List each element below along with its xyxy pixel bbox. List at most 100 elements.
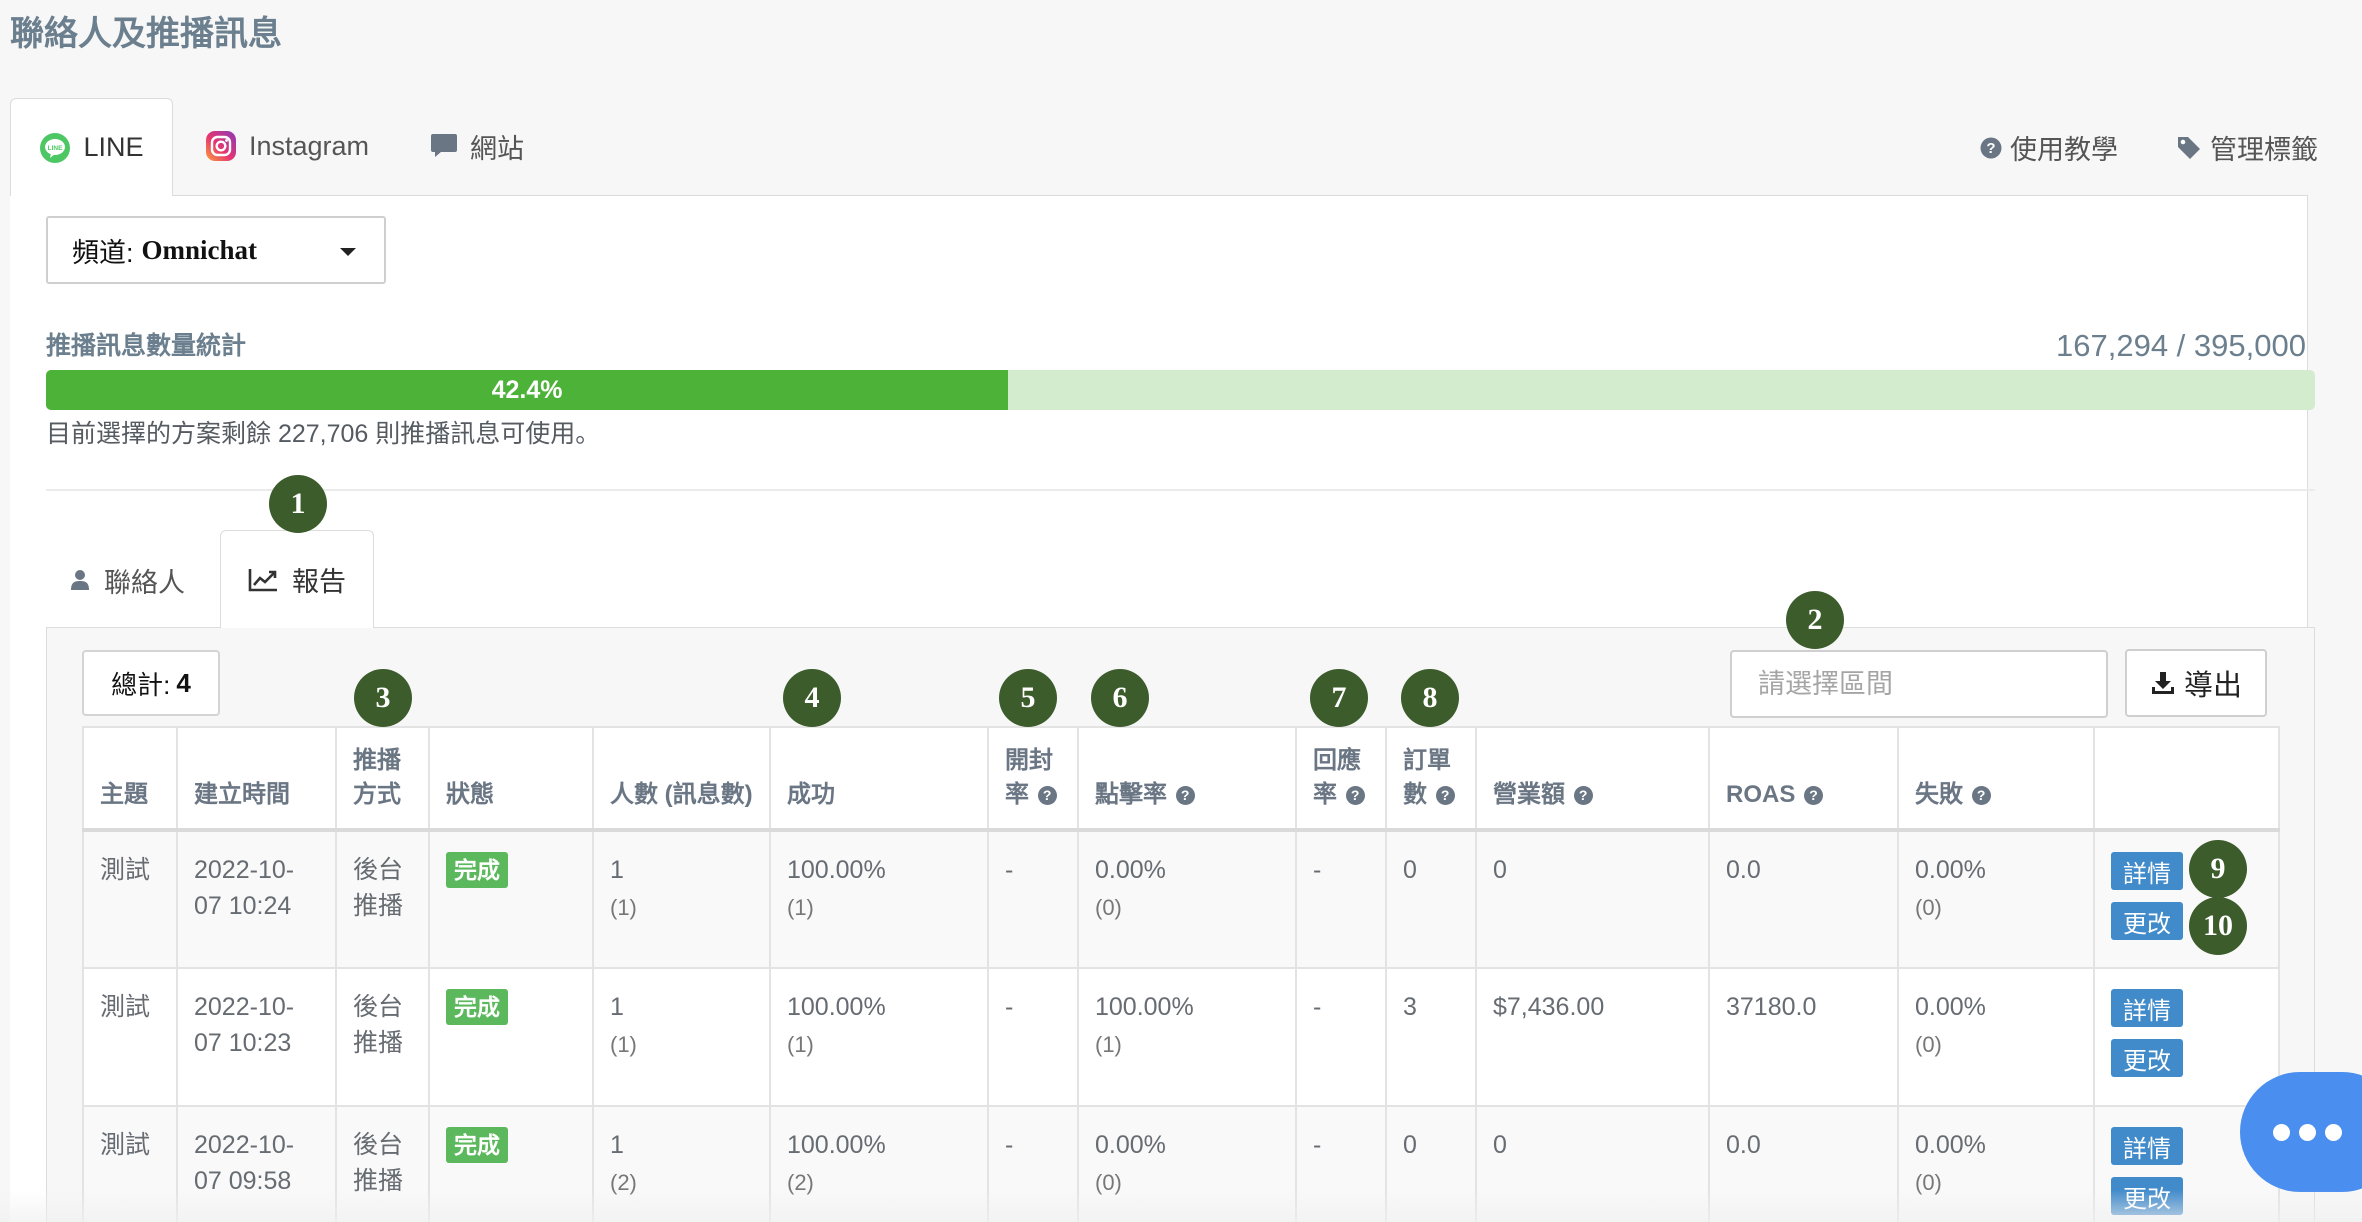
quota-remaining-text: 目前選擇的方案剩餘 227,706 則推播訊息可使用。 bbox=[46, 420, 601, 448]
cell-reply-rate: - bbox=[1295, 1105, 1387, 1222]
callout-marker: 8 bbox=[1401, 669, 1459, 727]
channel-select[interactable]: 頻道: Omnichat bbox=[46, 216, 386, 284]
cell-orders: 3 bbox=[1385, 967, 1477, 1107]
question-circle-icon[interactable]: ? bbox=[1435, 786, 1455, 806]
cell-revenue: $7,436.00 bbox=[1475, 967, 1710, 1107]
cell-created: 2022-10-07 09:58 bbox=[176, 1105, 337, 1222]
tab-report[interactable]: 報告 bbox=[220, 530, 374, 628]
question-circle-icon[interactable]: ? bbox=[1037, 786, 1057, 806]
table-row: 測試 2022-10-07 10:23 後台推播 完成 1 (1) 100.00%… bbox=[82, 967, 2280, 1107]
table-header-row: 主題 建立時間 推播方式 狀態 人數 (訊息數) 成功 開封率 ? 點擊率 ? … bbox=[82, 726, 2280, 831]
edit-button[interactable]: 更改 bbox=[2111, 902, 2183, 940]
status-badge: 完成 bbox=[446, 852, 508, 888]
tab-website-label: 網站 bbox=[470, 133, 524, 164]
tab-contacts[interactable]: 聯絡人 bbox=[70, 540, 185, 620]
cell-success: 100.00% (1) bbox=[769, 967, 989, 1107]
page-title: 聯絡人及推播訊息 bbox=[10, 15, 282, 53]
cell-revenue: 0 bbox=[1475, 1105, 1710, 1222]
cell-people: 1 (2) bbox=[592, 1105, 771, 1222]
col-people: 人數 (訊息數) bbox=[592, 726, 771, 831]
cell-actions: 詳情 更改 bbox=[2093, 967, 2280, 1107]
more-dots-icon bbox=[2325, 1123, 2342, 1141]
question-circle-icon[interactable]: ? bbox=[1175, 786, 1195, 806]
col-status: 狀態 bbox=[428, 726, 594, 831]
detail-button[interactable]: 詳情 bbox=[2111, 852, 2183, 890]
status-badge: 完成 bbox=[446, 989, 508, 1025]
more-dots-icon bbox=[2299, 1123, 2316, 1141]
total-count-box: 總計: 4 bbox=[82, 650, 220, 716]
callout-marker: 3 bbox=[354, 669, 412, 727]
callout-marker: 9 bbox=[2189, 840, 2247, 898]
col-reply-rate: 回應率 ? bbox=[1295, 726, 1387, 831]
quota-count: 167,294 / 395,000 bbox=[2056, 328, 2306, 363]
quota-title: 推播訊息數量統計 bbox=[46, 332, 247, 360]
tab-contacts-label: 聯絡人 bbox=[104, 567, 185, 598]
tab-website[interactable]: 網站 bbox=[430, 98, 524, 194]
quota-progress-fill: 42.4% bbox=[46, 370, 1009, 410]
cell-reply-rate: - bbox=[1295, 829, 1387, 969]
detail-button[interactable]: 詳情 bbox=[2111, 989, 2183, 1027]
divider bbox=[46, 489, 2315, 491]
tab-line[interactable]: LINE LINE bbox=[10, 98, 173, 196]
detail-button[interactable]: 詳情 bbox=[2111, 1127, 2183, 1165]
callout-marker: 10 bbox=[2189, 897, 2247, 955]
more-dots-icon bbox=[2273, 1123, 2290, 1141]
cell-open-rate: - bbox=[987, 829, 1079, 969]
edit-button[interactable]: 更改 bbox=[2111, 1039, 2183, 1077]
callout-marker: 4 bbox=[783, 669, 841, 727]
total-value: 4 bbox=[176, 667, 191, 698]
question-circle-icon[interactable]: ? bbox=[1971, 786, 1991, 806]
cell-method: 後台推播 bbox=[335, 829, 430, 969]
col-created: 建立時間 bbox=[176, 726, 337, 831]
help-link[interactable]: ? 使用教學 bbox=[1980, 128, 2118, 167]
callout-marker: 6 bbox=[1091, 669, 1149, 727]
cell-orders: 0 bbox=[1385, 1105, 1477, 1222]
user-icon bbox=[71, 570, 89, 590]
cell-fail: 0.00% (0) bbox=[1897, 1105, 2095, 1222]
callout-marker: 5 bbox=[999, 669, 1057, 727]
download-icon bbox=[2151, 672, 2174, 694]
line-icon: LINE bbox=[40, 132, 71, 163]
cell-method: 後台推播 bbox=[335, 1105, 430, 1222]
cell-created: 2022-10-07 10:23 bbox=[176, 967, 337, 1107]
question-circle-icon[interactable]: ? bbox=[1573, 786, 1593, 806]
col-method: 推播方式 bbox=[335, 726, 430, 831]
cell-click-rate: 0.00% (0) bbox=[1077, 1105, 1297, 1222]
caret-down-icon bbox=[340, 248, 356, 256]
cell-open-rate: - bbox=[987, 967, 1079, 1107]
comment-icon bbox=[431, 134, 457, 157]
col-roas: ROAS ? bbox=[1708, 726, 1899, 831]
report-table: 主題 建立時間 推播方式 狀態 人數 (訊息數) 成功 開封率 ? 點擊率 ? … bbox=[82, 726, 2280, 1222]
cell-roas: 0.0 bbox=[1708, 1105, 1899, 1222]
callout-marker: 7 bbox=[1310, 669, 1368, 727]
cell-fail: 0.00% (0) bbox=[1897, 967, 2095, 1107]
cell-fail: 0.00% (0) bbox=[1897, 829, 2095, 969]
cell-roas: 0.0 bbox=[1708, 829, 1899, 969]
table-row: 測試 2022-10-07 09:58 後台推播 完成 1 (2) 100.00%… bbox=[82, 1105, 2280, 1222]
col-actions bbox=[2093, 726, 2280, 831]
export-button[interactable]: 導出 bbox=[2125, 649, 2267, 717]
chat-launcher-button[interactable] bbox=[2240, 1072, 2362, 1192]
cell-status: 完成 bbox=[428, 1105, 594, 1222]
cell-subject: 測試 bbox=[82, 967, 178, 1107]
edit-button[interactable]: 更改 bbox=[2111, 1177, 2183, 1215]
cell-revenue: 0 bbox=[1475, 829, 1710, 969]
cell-actions: 詳情 更改 bbox=[2093, 829, 2280, 969]
col-fail: 失敗 ? bbox=[1897, 726, 2095, 831]
cell-people: 1 (1) bbox=[592, 967, 771, 1107]
quota-progress-bar: 42.4% bbox=[46, 370, 2315, 410]
svg-text:?: ? bbox=[1986, 140, 1995, 157]
cell-status: 完成 bbox=[428, 829, 594, 969]
line-chart-icon bbox=[248, 568, 277, 591]
manage-tags-link[interactable]: 管理標籤 bbox=[2176, 128, 2318, 167]
status-badge: 完成 bbox=[446, 1127, 508, 1163]
cell-subject: 測試 bbox=[82, 1105, 178, 1222]
question-circle-icon[interactable]: ? bbox=[1804, 786, 1824, 806]
tab-instagram[interactable]: Instagram bbox=[205, 98, 369, 194]
total-label: 總計: bbox=[111, 669, 171, 700]
channel-select-value: Omnichat bbox=[141, 234, 258, 265]
question-circle-icon[interactable]: ? bbox=[1345, 786, 1365, 806]
svg-text:LINE: LINE bbox=[48, 145, 63, 152]
channel-select-label: 頻道: bbox=[72, 237, 134, 268]
date-range-input[interactable] bbox=[1730, 650, 2108, 718]
